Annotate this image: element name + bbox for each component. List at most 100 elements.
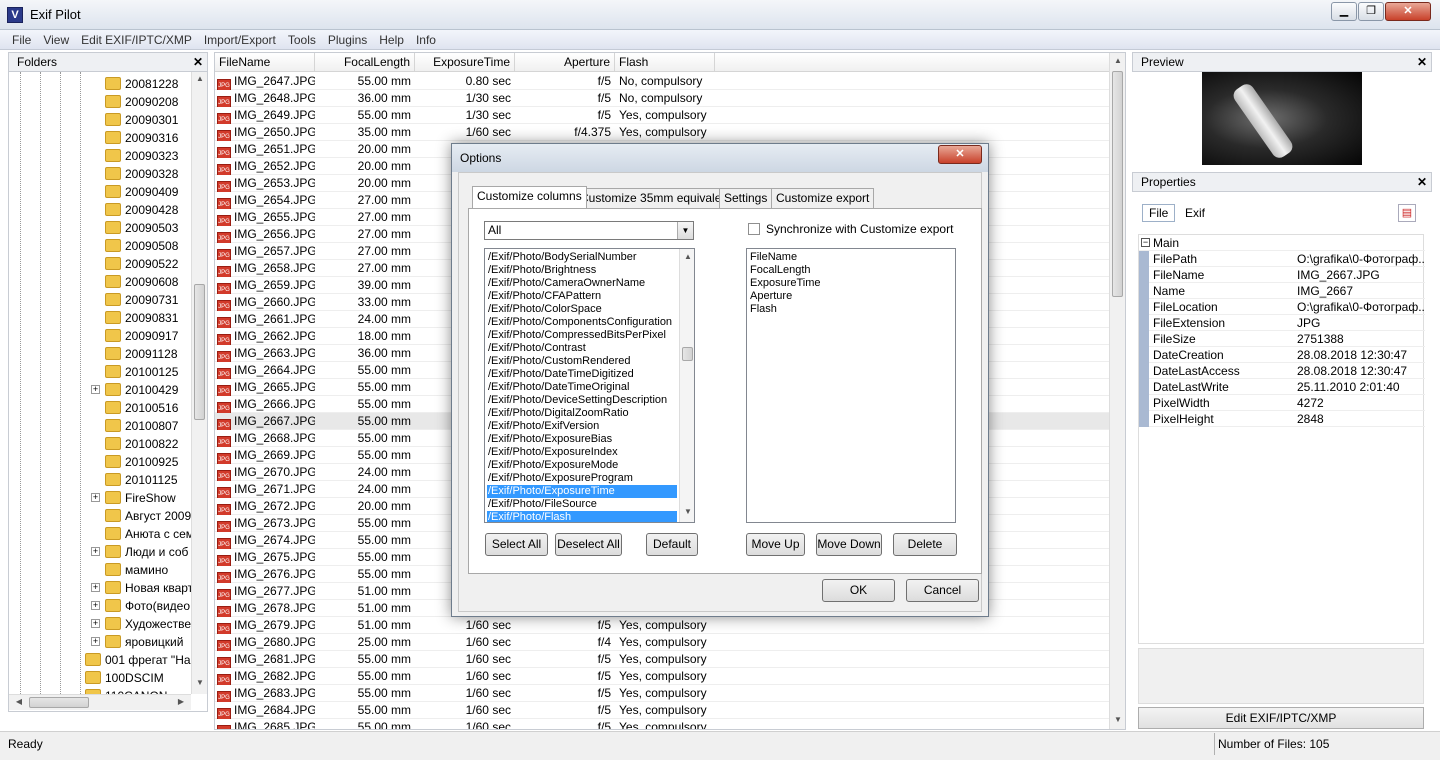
- sync-checkbox[interactable]: [748, 223, 760, 235]
- folder-item[interactable]: 20090731: [105, 291, 178, 309]
- tab-exif[interactable]: Exif: [1178, 204, 1212, 222]
- files-vscroll[interactable]: ▲ ▼: [1109, 53, 1125, 729]
- folder-tree[interactable]: 110CANON100DSCIM001 фрегат "На+яровицкий…: [8, 72, 208, 712]
- available-field-item[interactable]: /Exif/Photo/BodySerialNumber: [487, 251, 677, 264]
- folder-item[interactable]: 20090409: [105, 183, 178, 201]
- folder-item[interactable]: 20090316: [105, 129, 178, 147]
- file-row[interactable]: JPG IMG_2647.JPG 55.00 mm 0.80 sec f/5 No, co…: [215, 73, 1111, 90]
- folders-close-icon[interactable]: ✕: [193, 53, 203, 71]
- folder-item[interactable]: 20090301: [105, 111, 178, 129]
- folder-item[interactable]: Анюта с сем: [105, 525, 194, 543]
- available-field-item[interactable]: /Exif/Photo/FileSource: [487, 498, 677, 511]
- folders-hscroll[interactable]: ◀ ▶: [9, 694, 191, 710]
- scroll-left-icon[interactable]: ◀: [11, 697, 27, 706]
- folder-item[interactable]: 20081228: [105, 75, 178, 93]
- close-window-button[interactable]: ✕: [1385, 2, 1431, 21]
- default-button[interactable]: Default: [646, 533, 698, 556]
- selected-field-item[interactable]: ExposureTime: [749, 277, 821, 290]
- file-row[interactable]: JPG IMG_2680.JPG 25.00 mm 1/60 sec f/4 Yes, c…: [215, 634, 1111, 651]
- available-field-item[interactable]: /Exif/Photo/CustomRendered: [487, 355, 677, 368]
- available-field-item[interactable]: /Exif/Photo/CameraOwnerName: [487, 277, 677, 290]
- folder-item[interactable]: 20100125: [105, 363, 178, 381]
- collapse-icon[interactable]: −: [1141, 238, 1150, 247]
- available-field-item[interactable]: /Exif/Photo/Contrast: [487, 342, 677, 355]
- folders-hscroll-thumb[interactable]: [29, 697, 89, 708]
- folder-item[interactable]: 20090328: [105, 165, 178, 183]
- folder-item[interactable]: 20090831: [105, 309, 178, 327]
- edit-exif-button[interactable]: Edit EXIF/IPTC/XMP: [1138, 707, 1424, 729]
- folder-item[interactable]: 20090917: [105, 327, 178, 345]
- folder-item[interactable]: 20090508: [105, 237, 178, 255]
- preview-close-icon[interactable]: ✕: [1417, 53, 1427, 71]
- dialog-close-button[interactable]: ✕: [938, 145, 982, 164]
- available-field-item[interactable]: /Exif/Photo/DigitalZoomRatio: [487, 407, 677, 420]
- tab-file[interactable]: File: [1142, 204, 1176, 222]
- scroll-up-icon[interactable]: ▲: [192, 74, 207, 83]
- files-scroll-up-icon[interactable]: ▲: [1110, 56, 1125, 65]
- selected-field-item[interactable]: Flash: [749, 303, 777, 316]
- property-row[interactable]: Name IMG_2667: [1139, 283, 1425, 299]
- cancel-button[interactable]: Cancel: [906, 579, 979, 602]
- minimize-button[interactable]: ▁: [1331, 2, 1357, 21]
- expand-icon[interactable]: +: [91, 583, 100, 592]
- filter-combo[interactable]: All ▼: [484, 221, 694, 240]
- folder-item[interactable]: 20100516: [105, 399, 178, 417]
- available-field-item[interactable]: /Exif/Photo/ExposureMode: [487, 459, 677, 472]
- available-field-item[interactable]: /Exif/Photo/ExposureTime: [487, 485, 677, 498]
- tab-customize-columns[interactable]: Customize columns: [472, 186, 587, 208]
- property-row[interactable]: PixelWidth 4272: [1139, 395, 1425, 411]
- folder-item[interactable]: 20090608: [105, 273, 178, 291]
- selected-field-item[interactable]: Aperture: [749, 290, 792, 303]
- column-filename[interactable]: FileName: [215, 53, 315, 72]
- file-row[interactable]: JPG IMG_2684.JPG 55.00 mm 1/60 sec f/5 Yes, c…: [215, 702, 1111, 719]
- folder-item[interactable]: + FireShow: [91, 489, 176, 507]
- property-row[interactable]: DateCreation 28.08.2018 12:30:47: [1139, 347, 1425, 363]
- files-scroll-thumb[interactable]: [1112, 71, 1123, 297]
- move-down-button[interactable]: Move Down: [816, 533, 882, 556]
- folder-item[interactable]: 20090208: [105, 93, 178, 111]
- folder-item[interactable]: 100DSCIM: [85, 669, 164, 687]
- expand-icon[interactable]: +: [91, 637, 100, 646]
- available-field-item[interactable]: /Exif/Photo/ExposureProgram: [487, 472, 677, 485]
- property-row[interactable]: DateLastAccess 28.08.2018 12:30:47: [1139, 363, 1425, 379]
- deselect-all-button[interactable]: Deselect All: [555, 533, 622, 556]
- available-field-item[interactable]: /Exif/Photo/ColorSpace: [487, 303, 677, 316]
- folder-item[interactable]: 20090503: [105, 219, 178, 237]
- available-field-item[interactable]: /Exif/Photo/DateTimeDigitized: [487, 368, 677, 381]
- file-row[interactable]: JPG IMG_2681.JPG 55.00 mm 1/60 sec f/5 Yes, c…: [215, 651, 1111, 668]
- property-row[interactable]: PixelHeight 2848: [1139, 411, 1425, 427]
- folders-scroll-thumb[interactable]: [194, 284, 205, 420]
- expand-icon[interactable]: +: [91, 619, 100, 628]
- move-up-button[interactable]: Move Up: [746, 533, 805, 556]
- menu-import-export[interactable]: Import/Export: [198, 30, 282, 50]
- ok-button[interactable]: OK: [822, 579, 895, 602]
- available-vscroll[interactable]: ▲ ▼: [679, 249, 694, 522]
- folder-item[interactable]: 20100925: [105, 453, 178, 471]
- folder-item[interactable]: 001 фрегат "На: [85, 651, 191, 669]
- folder-item[interactable]: + яровицкий: [91, 633, 183, 651]
- available-field-item[interactable]: /Exif/Photo/CFAPattern: [487, 290, 677, 303]
- file-row[interactable]: JPG IMG_2649.JPG 55.00 mm 1/30 sec f/5 Yes, c…: [215, 107, 1111, 124]
- folder-item[interactable]: + Фото(видео: [91, 597, 190, 615]
- menu-view[interactable]: View: [37, 30, 75, 50]
- delete-button[interactable]: Delete: [893, 533, 957, 556]
- menu-help[interactable]: Help: [373, 30, 410, 50]
- available-field-item[interactable]: /Exif/Photo/Flash: [487, 511, 677, 522]
- folder-item[interactable]: 20100807: [105, 417, 178, 435]
- file-row[interactable]: JPG IMG_2650.JPG 35.00 mm 1/60 sec f/4.375 Ye…: [215, 124, 1111, 141]
- file-row[interactable]: JPG IMG_2683.JPG 55.00 mm 1/60 sec f/5 Yes, c…: [215, 685, 1111, 702]
- available-field-item[interactable]: /Exif/Photo/DeviceSettingDescription: [487, 394, 677, 407]
- files-scroll-down-icon[interactable]: ▼: [1110, 715, 1125, 724]
- chevron-down-icon[interactable]: ▼: [677, 222, 693, 239]
- select-all-button[interactable]: Select All: [485, 533, 548, 556]
- scroll-right-icon[interactable]: ▶: [173, 697, 189, 706]
- folder-item[interactable]: + Новая кварт: [91, 579, 193, 597]
- available-field-item[interactable]: /Exif/Photo/ExifVersion: [487, 420, 677, 433]
- tab-customize-export[interactable]: Customize export: [771, 188, 875, 208]
- property-row[interactable]: FileLocation O:\grafika\0-Фотограф...: [1139, 299, 1425, 315]
- tab-customize-35mm[interactable]: Customize 35mm equivalent: [575, 188, 737, 208]
- available-scroll-up-icon[interactable]: ▲: [680, 252, 694, 261]
- expand-icon[interactable]: +: [91, 601, 100, 610]
- expand-icon[interactable]: +: [91, 493, 100, 502]
- folder-item[interactable]: 20101125: [105, 471, 178, 489]
